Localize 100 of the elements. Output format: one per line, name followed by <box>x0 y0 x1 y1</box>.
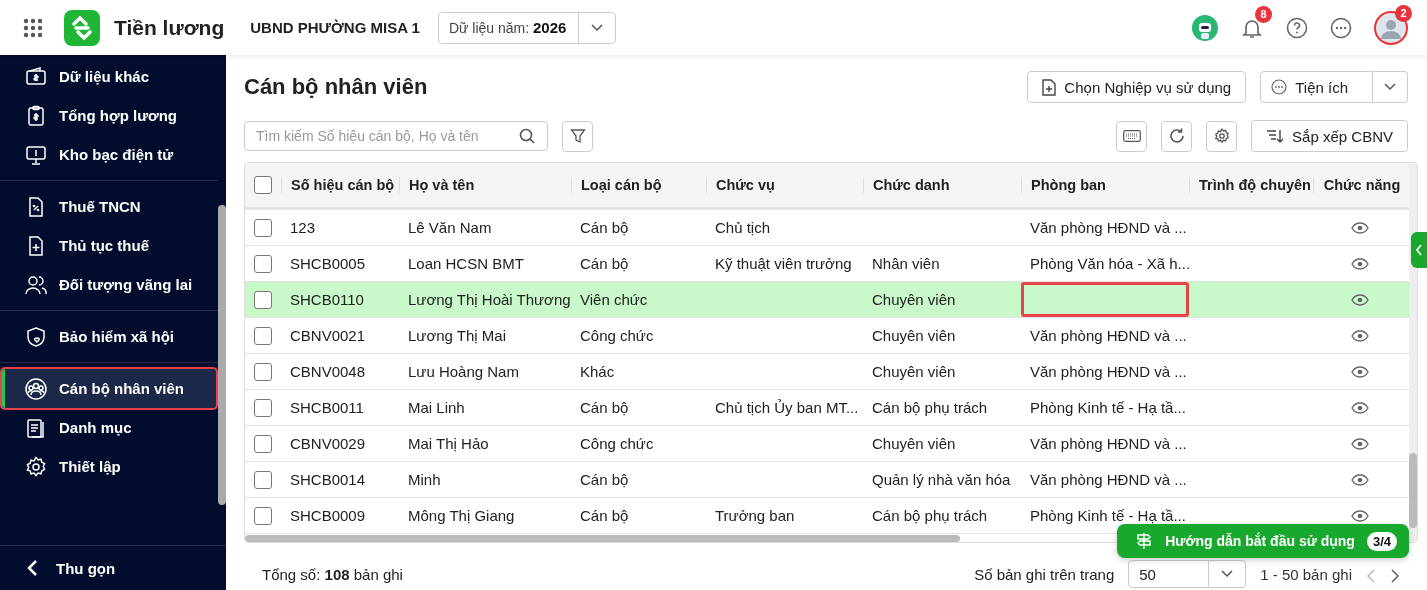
sidebar-item[interactable]: Thuế TNCN <box>2 187 216 226</box>
sidebar-item[interactable]: Tổng hợp lương <box>2 96 216 135</box>
table-row[interactable]: CBNV0048 Lưu Hoàng Nam Khác Chuyên viên Văn phòng HĐND và ... <box>245 354 1409 390</box>
keyboard-icon <box>1122 130 1141 142</box>
row-checkbox[interactable] <box>254 434 272 453</box>
organization-name: UBND PHƯỜNG MISA 1 <box>250 19 420 36</box>
horizontal-scrollbar[interactable] <box>245 535 960 542</box>
table-cell-text: CBNV0029 <box>289 434 367 454</box>
search-field[interactable]: Tìm kiếm Số hiệu cán bộ, Họ và tên <box>244 121 548 151</box>
column-header: Số hiệu cán bộ <box>281 177 399 193</box>
view-icon[interactable] <box>1351 473 1369 486</box>
table-row[interactable]: SHCB0110 Lương Thị Hoài Thương Viên chức Chuyên viên <box>245 282 1409 318</box>
row-checkbox[interactable] <box>254 290 272 309</box>
app-grid-icon[interactable] <box>23 17 43 38</box>
table-row[interactable]: 123 Lê Văn Nam Cán bộ Chủ tịch Văn phòng HĐND và ... <box>245 210 1409 246</box>
sort-button[interactable]: Sắp xếp CBNV <box>1251 120 1408 152</box>
sidebar-item[interactable]: Thủ tục thuế <box>2 226 216 265</box>
view-icon[interactable] <box>1351 401 1369 414</box>
column-header: Chức danh <box>863 177 1021 193</box>
view-icon[interactable] <box>1351 293 1369 306</box>
sidebar-item[interactable]: Danh mục <box>2 408 216 447</box>
sort-icon <box>1266 129 1285 143</box>
sidebar-item[interactable]: Đối tượng vãng lai <box>2 265 216 304</box>
scrollbar[interactable] <box>218 205 226 505</box>
view-icon[interactable] <box>1351 365 1369 378</box>
table-cell-text: Viên chức <box>579 290 649 310</box>
table-cell-text: Cán bộ <box>579 506 630 526</box>
view-icon[interactable] <box>1351 257 1369 270</box>
table-cell-text: Kỹ thuật viên trưởng <box>714 254 853 274</box>
total-records: Tổng số: 108 bản ghi <box>262 566 403 583</box>
page-size-select[interactable]: 50 <box>1128 560 1247 588</box>
table-cell-text: Minh <box>407 470 442 490</box>
guide-toast[interactable]: Hướng dẫn bắt đầu sử dụng 3/4 <box>1117 524 1409 558</box>
keyboard-button[interactable] <box>1116 120 1148 152</box>
sidebar-item[interactable]: Thiết lập <box>2 447 216 486</box>
table-cell-text: CBNV0048 <box>289 362 367 382</box>
view-icon[interactable] <box>1351 437 1369 450</box>
table-cell-text: Phòng Kinh tế - Hạ tầ... <box>1029 398 1187 418</box>
table-cell-text: Loan HCSN BMT <box>407 254 525 274</box>
refresh-button[interactable] <box>1161 120 1193 152</box>
vertical-scrollbar[interactable] <box>1409 453 1417 528</box>
row-checkbox[interactable] <box>254 218 272 237</box>
row-checkbox[interactable] <box>254 362 272 381</box>
sidebar-item[interactable]: Cán bộ nhân viên <box>2 369 216 408</box>
table-cell-text: Chủ tịch <box>714 218 772 238</box>
sidebar-item[interactable]: Kho bạc điện tử <box>2 135 216 174</box>
choose-feature-button[interactable]: Chọn Nghiệp vụ sử dụng <box>1027 71 1247 103</box>
table-cell-text: SHCB0005 <box>289 254 367 274</box>
caret-icon <box>1384 83 1396 91</box>
table-cell-text: Cán bộ phụ trách <box>871 506 989 526</box>
table-cell-text: Văn phòng HĐND và ... <box>1029 470 1188 490</box>
table-cell-text: Công chức <box>579 326 655 346</box>
settings-button[interactable] <box>1206 120 1238 152</box>
select-all-checkbox[interactable] <box>254 176 272 194</box>
help-icon[interactable] <box>1286 16 1308 39</box>
column-header: Trình độ chuyên <box>1189 177 1313 193</box>
column-header: Chức năng <box>1313 177 1407 193</box>
refresh-icon <box>1167 127 1186 145</box>
table-row[interactable]: CBNV0029 Mai Thị Hảo Công chức Chuyên viên Văn phòng HĐND và ... <box>245 426 1409 462</box>
filter-icon <box>569 128 586 144</box>
settings-icon <box>1213 128 1230 144</box>
filter-button[interactable] <box>562 120 593 152</box>
row-checkbox[interactable] <box>254 326 272 345</box>
sidebar-item[interactable]: Bảo hiểm xã hội <box>2 317 216 356</box>
users-icon <box>25 273 47 296</box>
table-cell-text: Nhân viên <box>871 254 941 274</box>
sidebar-item[interactable]: Dữ liệu khác <box>2 57 216 96</box>
column-header: Loại cán bộ <box>571 177 706 193</box>
notification-badge: 8 <box>1255 5 1272 23</box>
avatar-badge: 2 <box>1395 4 1412 22</box>
more-icon[interactable] <box>1330 16 1352 39</box>
table-cell-text: SHCB0110 <box>289 290 365 310</box>
column-header: Phòng ban <box>1021 177 1189 193</box>
year-select[interactable]: Dữ liệu năm: 2026 <box>437 11 617 44</box>
row-checkbox[interactable] <box>254 254 272 273</box>
table-row[interactable]: SHCB0014 Minh Cán bộ Quản lý nhà văn hóa Văn phòng HĐND và ... <box>245 462 1409 498</box>
table-cell-text: Chủ tịch Ủy ban MT... <box>714 398 860 418</box>
row-checkbox[interactable] <box>254 506 272 525</box>
table-row[interactable]: SHCB0011 Mai Linh Cán bộ Chủ tịch Ủy ban MT... Cán bộ phụ trách Phòng Kinh tế - Hạ tầ... <box>245 390 1409 426</box>
view-icon[interactable] <box>1351 221 1369 234</box>
view-icon[interactable] <box>1351 509 1369 522</box>
table-cell-text: Mai Thị Hảo <box>407 434 490 454</box>
chevron-left-icon <box>1415 244 1423 256</box>
side-panel-tab[interactable] <box>1411 232 1427 268</box>
view-icon[interactable] <box>1351 329 1369 342</box>
utility-button[interactable]: Tiện ích <box>1260 71 1373 103</box>
row-checkbox[interactable] <box>254 398 272 417</box>
row-checkbox[interactable] <box>254 470 272 489</box>
table-cell-text: Lương Thị Hoài Thương <box>407 290 571 310</box>
robot-icon[interactable] <box>1192 14 1218 41</box>
table-cell-text: Chuyên viên <box>871 434 957 454</box>
table-cell-text: SHCB0009 <box>289 506 367 526</box>
table-row[interactable]: CBNV0021 Lương Thị Mai Công chức Chuyên viên Văn phòng HĐND và ... <box>245 318 1409 354</box>
chevron-right-icon[interactable] <box>1390 569 1400 583</box>
table-cell-text: Lê Văn Nam <box>407 218 493 238</box>
table-cell-text: Quản lý nhà văn hóa <box>871 470 1012 490</box>
settings-icon <box>25 455 47 478</box>
wallet-icon <box>25 65 47 88</box>
table-cell-text: CBNV0021 <box>289 326 367 346</box>
table-cell-text: Văn phòng HĐND và ... <box>1029 218 1188 238</box>
